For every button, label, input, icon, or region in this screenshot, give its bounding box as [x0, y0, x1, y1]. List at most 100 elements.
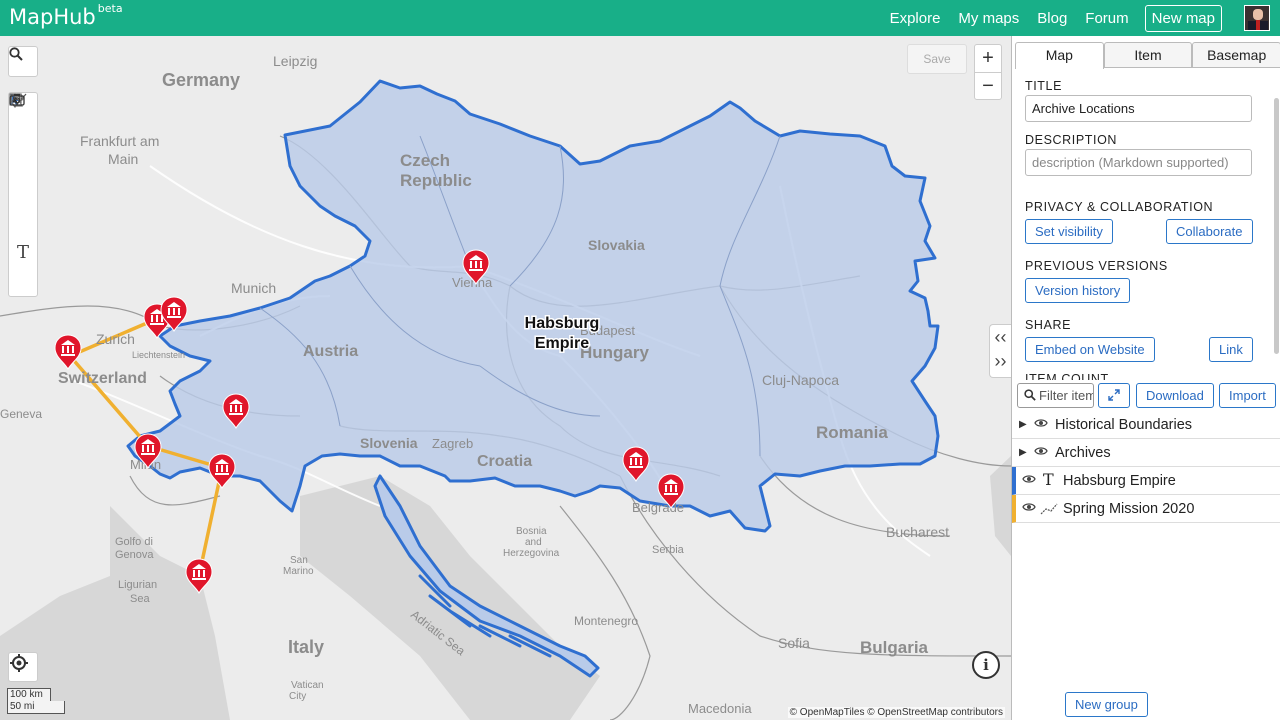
layer-list: ▶ Historical Boundaries ▶ Archives T Hab…: [1012, 411, 1280, 523]
camera-icon[interactable]: [9, 94, 37, 296]
eye-icon[interactable]: [1022, 502, 1036, 512]
tab-item[interactable]: Item: [1103, 42, 1193, 67]
scrollbar[interactable]: [1274, 98, 1279, 354]
label-czech-2: Republic: [400, 171, 472, 190]
filter-input[interactable]: Filter items: [1017, 383, 1094, 408]
layer-name: Historical Boundaries: [1055, 417, 1193, 433]
user-avatar[interactable]: [1244, 5, 1270, 31]
archive-marker[interactable]: [208, 453, 236, 490]
label-sanmarino-1: San: [290, 555, 308, 566]
expand-button[interactable]: [1098, 383, 1130, 408]
label-austria: Austria: [303, 343, 358, 360]
layer-name: Habsburg Empire: [1063, 473, 1176, 489]
download-button[interactable]: Download: [1136, 383, 1214, 408]
label-serbia: Serbia: [652, 544, 685, 556]
chevron-right-icon[interactable]: ››: [990, 349, 1011, 373]
tab-map[interactable]: Map: [1015, 42, 1104, 69]
habsburg-label-line1[interactable]: Habsburg: [523, 314, 601, 334]
label-romania: Romania: [816, 423, 888, 442]
layer-name: Spring Mission 2020: [1063, 501, 1195, 517]
label-czech-1: Czech: [400, 151, 450, 170]
text-tool-icon[interactable]: T: [9, 238, 37, 267]
layer-row[interactable]: ▶ Historical Boundaries: [1012, 411, 1280, 439]
marker-icon[interactable]: [9, 93, 37, 180]
expand-arrow-icon[interactable]: ▶: [1019, 447, 1027, 458]
label-geneva: Geneva: [0, 407, 42, 421]
new-group-button[interactable]: New group: [1065, 692, 1148, 717]
share-label: SHARE: [1025, 318, 1072, 332]
layer-row[interactable]: Spring Mission 2020: [1012, 495, 1280, 523]
label-zagreb: Zagreb: [432, 436, 473, 451]
label-cluj: Cluj-Napoca: [762, 372, 839, 388]
layer-row[interactable]: T Habsburg Empire: [1012, 467, 1280, 495]
link-button[interactable]: Link: [1209, 337, 1253, 362]
new-map-button[interactable]: New map: [1144, 4, 1222, 32]
black-sea: [990, 456, 1011, 556]
locate-button[interactable]: [8, 652, 38, 682]
map-attribution[interactable]: © OpenMapTiles © OpenStreetMap contribut…: [787, 707, 1005, 718]
eye-icon[interactable]: [1034, 418, 1048, 428]
polygon-icon[interactable]: [9, 93, 37, 238]
main-nav: Explore My maps Blog Forum New map: [872, 0, 1222, 36]
eye-icon[interactable]: [1022, 474, 1036, 484]
set-visibility-button[interactable]: Set visibility: [1025, 219, 1113, 244]
label-golfo-2: Genova: [115, 549, 154, 561]
zoom-control: + −: [974, 44, 1002, 100]
privacy-label: PRIVACY & COLLABORATION: [1025, 200, 1214, 214]
nav-blog[interactable]: Blog: [1037, 10, 1067, 27]
label-slovenia: Slovenia: [360, 435, 418, 451]
zoom-out-button[interactable]: −: [975, 72, 1001, 99]
label-sofia: Sofia: [778, 635, 810, 651]
panel-tabs: Map Item Basemap: [1015, 42, 1280, 69]
nav-forum[interactable]: Forum: [1085, 10, 1128, 27]
info-button[interactable]: i: [972, 651, 1000, 679]
label-golfo-1: Golfo di: [115, 536, 153, 548]
top-navbar: MapHub beta Explore My maps Blog Forum Ne…: [0, 0, 1280, 36]
expand-icon: [1108, 389, 1120, 401]
chevron-left-icon[interactable]: ‹‹: [990, 325, 1011, 349]
label-leipzig: Leipzig: [273, 53, 317, 69]
label-sanmarino-2: Marino: [283, 566, 314, 577]
search-icon[interactable]: [9, 47, 37, 76]
label-croatia: Croatia: [477, 453, 532, 470]
scale-km: 100 km: [7, 688, 51, 701]
label-bosnia-1: Bosnia: [516, 526, 547, 537]
eye-icon[interactable]: [1034, 446, 1048, 456]
map-canvas[interactable]: Germany Leipzig Frankfurt am Main Czech …: [0, 36, 1011, 720]
brand-logo[interactable]: MapHub beta: [9, 2, 123, 29]
zoom-in-button[interactable]: +: [975, 45, 1001, 72]
version-history-button[interactable]: Version history: [1025, 278, 1131, 303]
label-italy: Italy: [288, 637, 324, 657]
habsburg-empire-polygon[interactable]: [126, 79, 940, 533]
expand-arrow-icon[interactable]: ▶: [1019, 419, 1027, 430]
crosshair-icon: [10, 654, 28, 672]
label-belgrade: Belgrade: [632, 500, 684, 515]
select-box-icon[interactable]: [9, 93, 37, 151]
label-frankfurt-2: Main: [108, 151, 138, 167]
versions-label: PREVIOUS VERSIONS: [1025, 259, 1168, 273]
draw-toolbar: T: [8, 92, 38, 297]
collaborate-button[interactable]: Collaborate: [1166, 219, 1253, 244]
label-macedonia: Macedonia: [688, 701, 752, 716]
title-input[interactable]: Archive Locations: [1025, 95, 1252, 122]
description-input[interactable]: description (Markdown supported): [1025, 149, 1252, 176]
nav-my-maps[interactable]: My maps: [958, 10, 1019, 27]
habsburg-label-line2[interactable]: Empire: [533, 334, 590, 354]
nav-explore[interactable]: Explore: [890, 10, 941, 27]
tab-basemap[interactable]: Basemap: [1192, 42, 1280, 67]
label-hungary: Hungary: [580, 343, 650, 362]
label-zurich: Zurich: [96, 331, 135, 347]
import-button[interactable]: Import: [1219, 383, 1276, 408]
label-vatican-1: Vatican: [291, 680, 324, 691]
save-button[interactable]: Save: [907, 44, 967, 74]
label-bosnia-3: Herzegovina: [503, 548, 560, 559]
label-frankfurt-1: Frankfurt am: [80, 133, 159, 149]
layer-row[interactable]: ▶ Archives: [1012, 439, 1280, 467]
description-label: DESCRIPTION: [1025, 133, 1118, 147]
layer-toolbar: Filter items Download Import: [1012, 380, 1280, 410]
line-icon: [1040, 503, 1058, 515]
embed-button[interactable]: Embed on Website: [1025, 337, 1155, 362]
label-vatican-2: City: [289, 691, 306, 702]
line-icon[interactable]: [9, 93, 37, 209]
label-bosnia-2: and: [525, 537, 542, 548]
